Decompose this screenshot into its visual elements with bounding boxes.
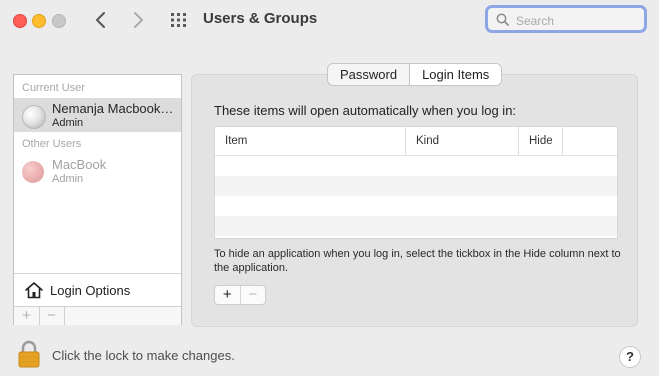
column-header-hide[interactable]: Hide bbox=[518, 127, 562, 155]
login-items-add-remove: + − bbox=[214, 285, 266, 305]
show-all-button[interactable] bbox=[170, 12, 188, 28]
search-input[interactable] bbox=[514, 11, 638, 31]
search-icon bbox=[496, 13, 509, 31]
lock-button[interactable] bbox=[17, 340, 41, 368]
user-name: MacBook bbox=[52, 157, 107, 172]
user-role: Admin bbox=[52, 117, 84, 129]
close-window-button[interactable] bbox=[13, 14, 27, 28]
other-users-heading: Other Users bbox=[22, 138, 82, 150]
login-options-button[interactable]: Login Options bbox=[14, 273, 181, 306]
users-sidebar: Current User Nemanja Macbook… Admin Othe… bbox=[13, 74, 182, 325]
user-role: Admin bbox=[52, 173, 84, 185]
sidebar-button-bar: + − bbox=[14, 306, 181, 325]
user-row-other[interactable]: MacBook Admin bbox=[14, 154, 181, 188]
hide-hint-text: To hide an application when you log in, … bbox=[214, 248, 621, 274]
tab-password[interactable]: Password bbox=[328, 64, 409, 85]
tab-login-items[interactable]: Login Items bbox=[409, 64, 502, 85]
column-header-kind[interactable]: Kind bbox=[405, 127, 518, 155]
table-row bbox=[215, 216, 617, 236]
minimize-window-button[interactable] bbox=[32, 14, 46, 28]
search-field[interactable] bbox=[485, 5, 647, 33]
add-login-item-button[interactable]: + bbox=[215, 286, 241, 304]
lock-message: Click the lock to make changes. bbox=[52, 348, 235, 363]
add-user-button[interactable]: + bbox=[14, 307, 40, 325]
help-button[interactable]: ? bbox=[619, 346, 641, 368]
grid-icon bbox=[171, 13, 186, 27]
zoom-window-button[interactable] bbox=[52, 14, 66, 28]
chevron-left-icon bbox=[96, 12, 105, 28]
tab-bar: Password Login Items bbox=[327, 63, 503, 86]
user-row-current[interactable]: Nemanja Macbook… Admin bbox=[14, 98, 181, 132]
chevron-right-icon bbox=[134, 12, 143, 28]
column-header-item[interactable]: Item bbox=[215, 127, 405, 155]
login-items-intro: These items will open automatically when… bbox=[214, 103, 517, 118]
current-user-heading: Current User bbox=[22, 82, 85, 94]
golf-ball-avatar bbox=[22, 105, 46, 129]
login-items-table: Item Kind Hide bbox=[214, 126, 618, 239]
back-button[interactable] bbox=[93, 10, 109, 30]
remove-login-item-button[interactable]: − bbox=[241, 286, 266, 304]
table-header-divider bbox=[215, 155, 617, 156]
window-title: Users & Groups bbox=[203, 10, 318, 27]
table-row bbox=[215, 176, 617, 196]
login-options-label: Login Options bbox=[50, 283, 131, 298]
forward-button[interactable] bbox=[130, 10, 146, 30]
user-name: Nemanja Macbook… bbox=[52, 101, 174, 116]
home-icon bbox=[24, 281, 44, 304]
lock-icon bbox=[18, 340, 40, 368]
avatar bbox=[22, 161, 44, 183]
column-header-spacer bbox=[562, 127, 588, 155]
remove-user-button[interactable]: − bbox=[39, 307, 65, 325]
